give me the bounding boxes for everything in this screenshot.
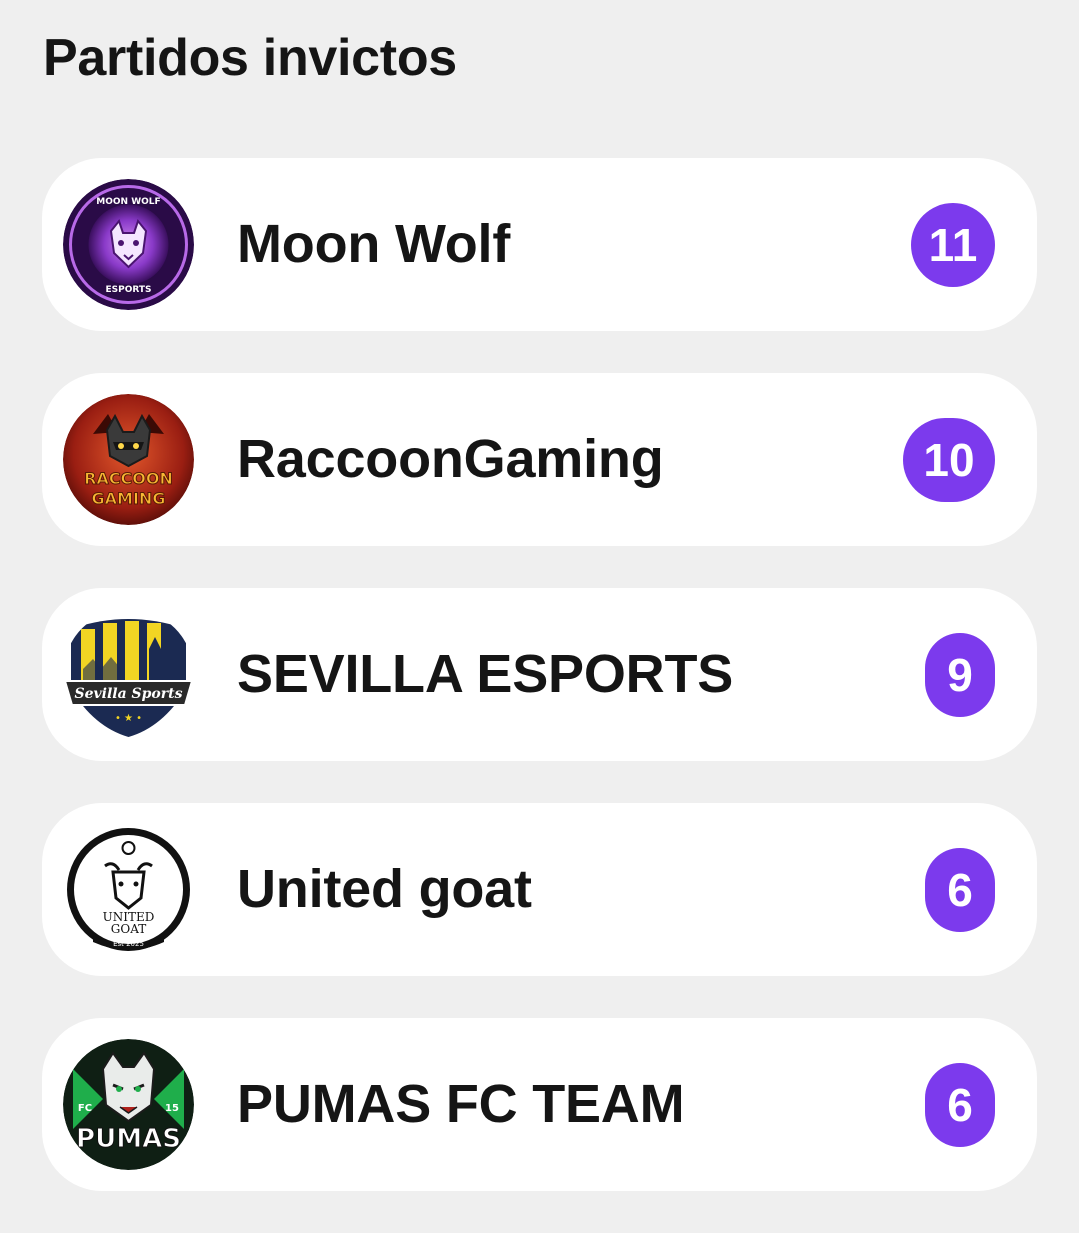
svg-text:FC: FC xyxy=(78,1103,92,1114)
unbeaten-count-badge: 11 xyxy=(911,202,995,287)
team-row-moon-wolf[interactable]: MOON WOLF ESPORTS Moon Wolf 11 xyxy=(42,158,1037,331)
svg-text:MOON WOLF: MOON WOLF xyxy=(96,197,160,207)
svg-text:15: 15 xyxy=(165,1103,179,1114)
team-row-sevilla-esports[interactable]: Sevilla Sports • ★ • SEVILLA ESPORTS 9 xyxy=(42,588,1037,761)
team-row-united-goat[interactable]: UNITED GOAT Est 2025 United goat 6 xyxy=(42,803,1037,976)
team-name: United goat xyxy=(237,859,532,919)
unbeaten-count-badge: 9 xyxy=(925,632,995,717)
moon-wolf-logo: MOON WOLF ESPORTS xyxy=(63,179,194,310)
raccoon-gaming-logo: RACCOON GAMING xyxy=(63,394,194,525)
svg-text:ESPORTS: ESPORTS xyxy=(105,285,151,295)
team-row-pumas-fc-team[interactable]: FC 15 PUMAS PUMAS FC TEAM 6 xyxy=(42,1018,1037,1191)
unbeaten-count-badge: 6 xyxy=(925,847,995,932)
page-title: Partidos invictos xyxy=(43,29,457,87)
team-name: RaccoonGaming xyxy=(237,429,664,489)
team-name: PUMAS FC TEAM xyxy=(237,1074,685,1134)
unbeaten-count-badge: 6 xyxy=(925,1062,995,1147)
team-row-raccoongaming[interactable]: RACCOON GAMING RaccoonGaming 10 xyxy=(42,373,1037,546)
unbeaten-list: MOON WOLF ESPORTS Moon Wolf 11 RACCOON G… xyxy=(42,158,1037,1233)
team-name: Moon Wolf xyxy=(237,214,511,274)
svg-text:PUMAS: PUMAS xyxy=(76,1124,181,1154)
svg-text:• ★ •: • ★ • xyxy=(115,713,142,724)
team-name: SEVILLA ESPORTS xyxy=(237,644,734,704)
svg-text:RACCOON: RACCOON xyxy=(84,469,173,488)
svg-text:GAMING: GAMING xyxy=(92,489,166,508)
pumas-fc-logo: FC 15 PUMAS xyxy=(63,1039,194,1170)
svg-text:GOAT: GOAT xyxy=(111,922,146,936)
united-goat-logo: UNITED GOAT Est 2025 xyxy=(63,824,194,955)
svg-text:Sevilla Sports: Sevilla Sports xyxy=(74,686,182,702)
svg-text:Est 2025: Est 2025 xyxy=(113,940,144,948)
unbeaten-count-badge: 10 xyxy=(903,417,995,502)
sevilla-esports-logo: Sevilla Sports • ★ • xyxy=(63,609,194,740)
